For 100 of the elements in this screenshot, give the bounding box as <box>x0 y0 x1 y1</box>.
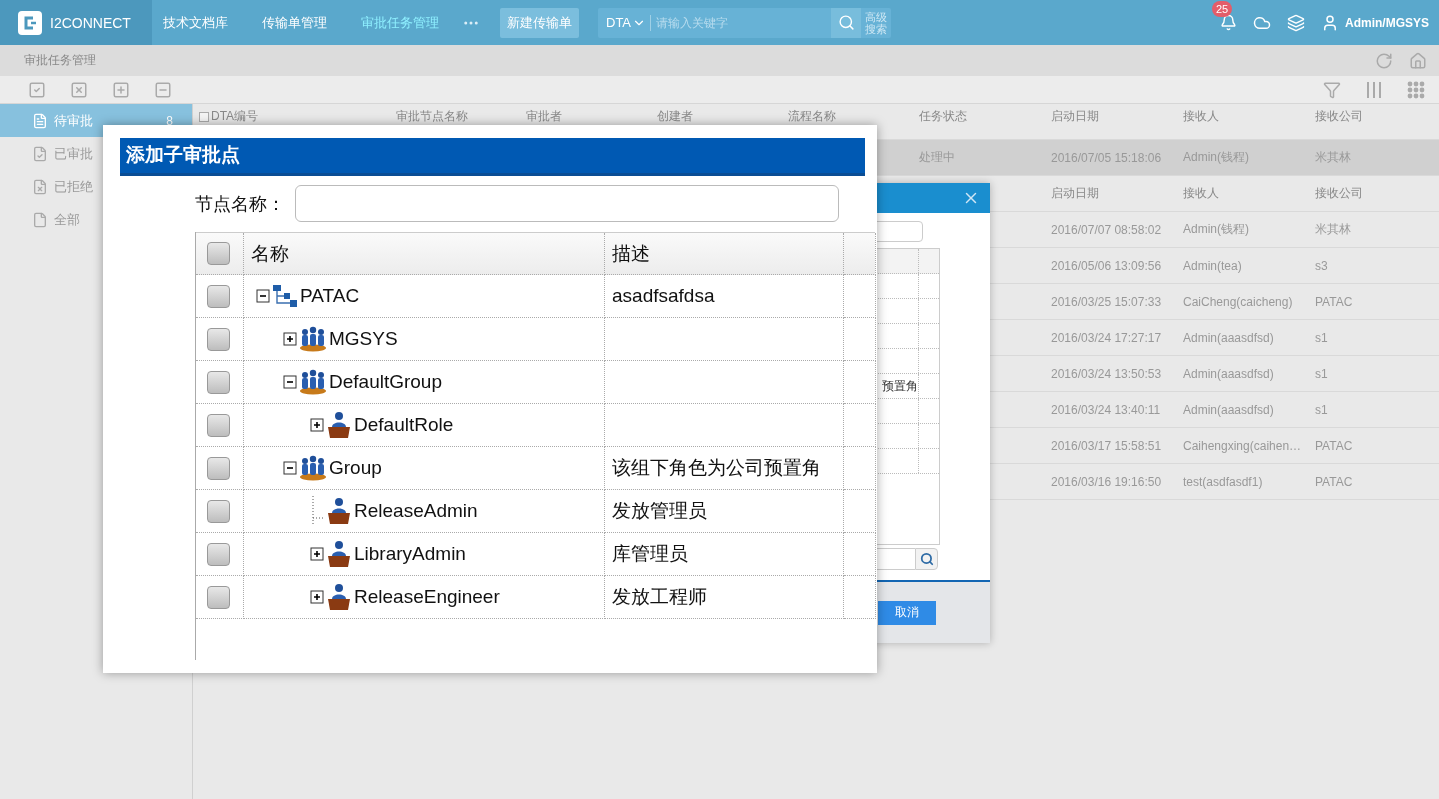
x-square-icon[interactable] <box>70 80 88 99</box>
tree-row[interactable]: PATAC asadfsafdsa <box>196 275 875 318</box>
checkbox[interactable] <box>207 585 230 609</box>
item-count: 8 <box>166 113 173 128</box>
collapse-icon[interactable] <box>256 289 270 303</box>
user-icon[interactable] <box>1321 13 1339 32</box>
collapse-icon[interactable] <box>283 461 297 475</box>
nav-link[interactable]: 技术文档库 <box>163 13 228 32</box>
bell-icon[interactable] <box>1220 14 1237 31</box>
table-cell-text: 2016/03/24 13:40:11 <box>1050 402 1162 417</box>
checkbox[interactable] <box>207 413 230 437</box>
node-name: DefaultRole <box>354 414 454 436</box>
table-cell-text: Admin(aaasdfsd) <box>1182 366 1275 381</box>
document-icon <box>32 112 48 129</box>
node-name: ReleaseEngineer <box>354 586 500 608</box>
column-header: 接收人 <box>1182 108 1220 125</box>
advanced-search-link[interactable]: 高级搜索 <box>861 10 891 35</box>
checkbox[interactable] <box>207 327 230 351</box>
tree-row[interactable]: DefaultRole <box>196 404 875 447</box>
home-icon[interactable] <box>1409 51 1427 70</box>
collapse-icon[interactable] <box>283 375 297 389</box>
table-cell-text: s1 <box>1314 402 1329 417</box>
column-header: 接收公司 <box>1314 108 1364 125</box>
tree-row[interactable]: MGSYS <box>196 318 875 361</box>
checkbox[interactable] <box>207 242 230 265</box>
node-name-field[interactable] <box>295 185 839 222</box>
grid-cell <box>844 404 876 447</box>
scope-dropdown[interactable]: DTA <box>598 14 652 31</box>
table-cell-text: Admin(钱程) <box>1182 221 1250 238</box>
cancel-button[interactable]: 取消 <box>878 600 936 625</box>
columns-icon[interactable] <box>1365 80 1383 99</box>
checkbox[interactable] <box>207 284 230 308</box>
search-button[interactable] <box>831 7 861 38</box>
tree-row[interactable]: LibraryAdmin 库管理员 <box>196 533 875 576</box>
table-cell-text: 2016/03/16 19:16:50 <box>1050 474 1163 489</box>
search-icon <box>919 552 934 566</box>
people-group-icon <box>299 326 327 352</box>
table-cell-text: 2016/03/17 15:58:51 <box>1050 438 1163 453</box>
breadcrumb: 审批任务管理 <box>24 52 96 69</box>
column-header: 描述 <box>612 241 650 266</box>
expand-icon[interactable] <box>310 590 324 604</box>
user-name[interactable]: Admin/MGSYS <box>1345 15 1429 30</box>
person-desk-icon <box>326 583 352 611</box>
document-check-icon <box>32 145 48 162</box>
tree-row[interactable]: ReleaseEngineer 发放工程师 <box>196 576 875 619</box>
table-cell-text: PATAC <box>1314 438 1354 453</box>
new-transfer-button[interactable]: 新建传输单 <box>500 7 579 38</box>
document-icon <box>32 211 48 228</box>
org-chart-icon <box>272 284 298 308</box>
tree-row[interactable]: ReleaseAdmin 发放管理员 <box>196 490 875 533</box>
search-button[interactable] <box>915 548 938 570</box>
node-name: DefaultGroup <box>329 371 442 393</box>
sidebar-item[interactable]: 全部 <box>0 203 192 236</box>
grid-dots-icon[interactable] <box>1407 80 1425 99</box>
person-desk-icon <box>326 497 352 525</box>
grid-cell <box>844 318 876 361</box>
node-name: MGSYS <box>329 328 398 350</box>
table-cell-text: PATAC <box>1314 474 1354 489</box>
nav-link[interactable]: 传输单管理 <box>262 13 327 32</box>
column-header: 接收人 <box>1182 185 1220 202</box>
minus-square-icon[interactable] <box>154 80 172 99</box>
table-cell-text: 2016/07/07 08:58:02 <box>1050 222 1163 237</box>
filter-icon[interactable] <box>1323 80 1341 99</box>
expand-icon[interactable] <box>283 332 297 346</box>
document-x-icon <box>32 178 48 195</box>
node-name: PATAC <box>300 285 360 307</box>
checkbox[interactable] <box>207 456 230 480</box>
search-field[interactable]: DTA 请输入关键字 高级搜索 <box>598 7 891 38</box>
node-description: asadfsafdsa <box>612 285 715 307</box>
table-cell-text: s1 <box>1314 366 1329 381</box>
column-header: DTA编号 <box>211 108 259 125</box>
tree-row[interactable]: DefaultGroup <box>196 361 875 404</box>
expand-icon[interactable] <box>310 547 324 561</box>
checkbox[interactable] <box>207 499 230 523</box>
check-square-icon[interactable] <box>28 80 46 99</box>
checkbox[interactable] <box>207 370 230 394</box>
person-desk-icon <box>326 540 352 568</box>
table-cell-text: Caihengxing(caihen… <box>1182 438 1303 453</box>
node-description: 该组下角色为公司预置角 <box>612 456 821 480</box>
table-cell-text: s1 <box>1314 330 1329 345</box>
refresh-icon[interactable] <box>1375 51 1393 70</box>
table-cell-text: s3 <box>1314 258 1329 273</box>
column-header: 流程名称 <box>787 108 837 125</box>
checkbox[interactable] <box>199 111 209 122</box>
tree-row[interactable]: Group 该组下角色为公司预置角 <box>196 447 875 490</box>
plus-square-icon[interactable] <box>112 80 130 99</box>
layers-icon[interactable] <box>1287 13 1305 32</box>
sidebar-label: 已拒绝 <box>54 177 93 196</box>
node-description: 发放管理员 <box>612 499 707 523</box>
node-description: 发放工程师 <box>612 585 707 609</box>
sidebar-label: 已审批 <box>54 144 93 163</box>
node-name: LibraryAdmin <box>354 543 466 565</box>
table-cell-text: test(asdfasdf1) <box>1182 474 1264 489</box>
expand-icon[interactable] <box>310 418 324 432</box>
column-header: 任务状态 <box>918 108 968 125</box>
search-icon <box>837 14 855 31</box>
grid-cell <box>844 447 876 490</box>
table-cell-text: 米其林 <box>1314 221 1352 238</box>
checkbox[interactable] <box>207 542 230 566</box>
nav-link[interactable]: 审批任务管理 <box>361 13 439 32</box>
